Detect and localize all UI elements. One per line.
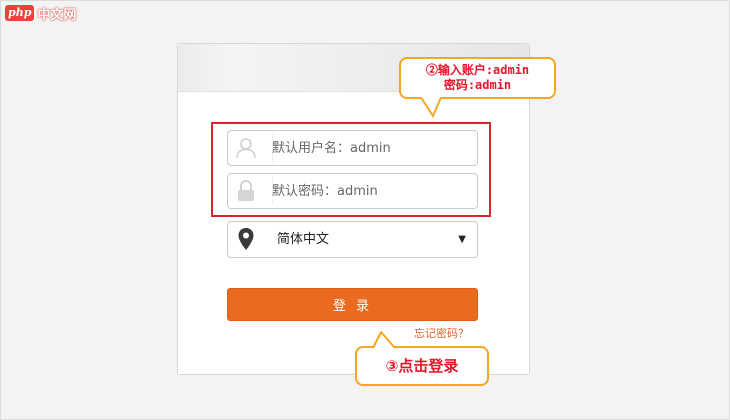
step2-callout-line2: 密码:admin [443,78,512,92]
step2-callout-line1: ②输入账户:admin [425,63,530,77]
lock-icon [228,174,264,208]
step2-callout-pointer [420,96,442,118]
language-select[interactable]: 简体中文 ▼ [227,221,478,258]
caret-down-icon: ▼ [458,234,466,245]
login-button[interactable]: 登 录 [227,288,478,321]
step3-callout-pointer [372,331,396,349]
username-field[interactable] [227,130,478,166]
user-icon [228,131,264,165]
step3-callout: ③点击登录 [355,346,489,386]
map-pin-icon [228,222,264,256]
forgot-password-link[interactable]: 忘记密码？ [414,325,469,341]
username-input[interactable] [272,131,472,165]
watermark-text: 中文网 [37,7,77,23]
language-select-value: 简体中文 [277,232,330,247]
password-field[interactable] [227,173,478,209]
password-input[interactable] [272,174,472,208]
watermark-badge: php [5,5,35,21]
site-watermark: php 中文网 [5,3,76,23]
step2-callout: ②输入账户:admin 密码:admin [399,57,556,99]
